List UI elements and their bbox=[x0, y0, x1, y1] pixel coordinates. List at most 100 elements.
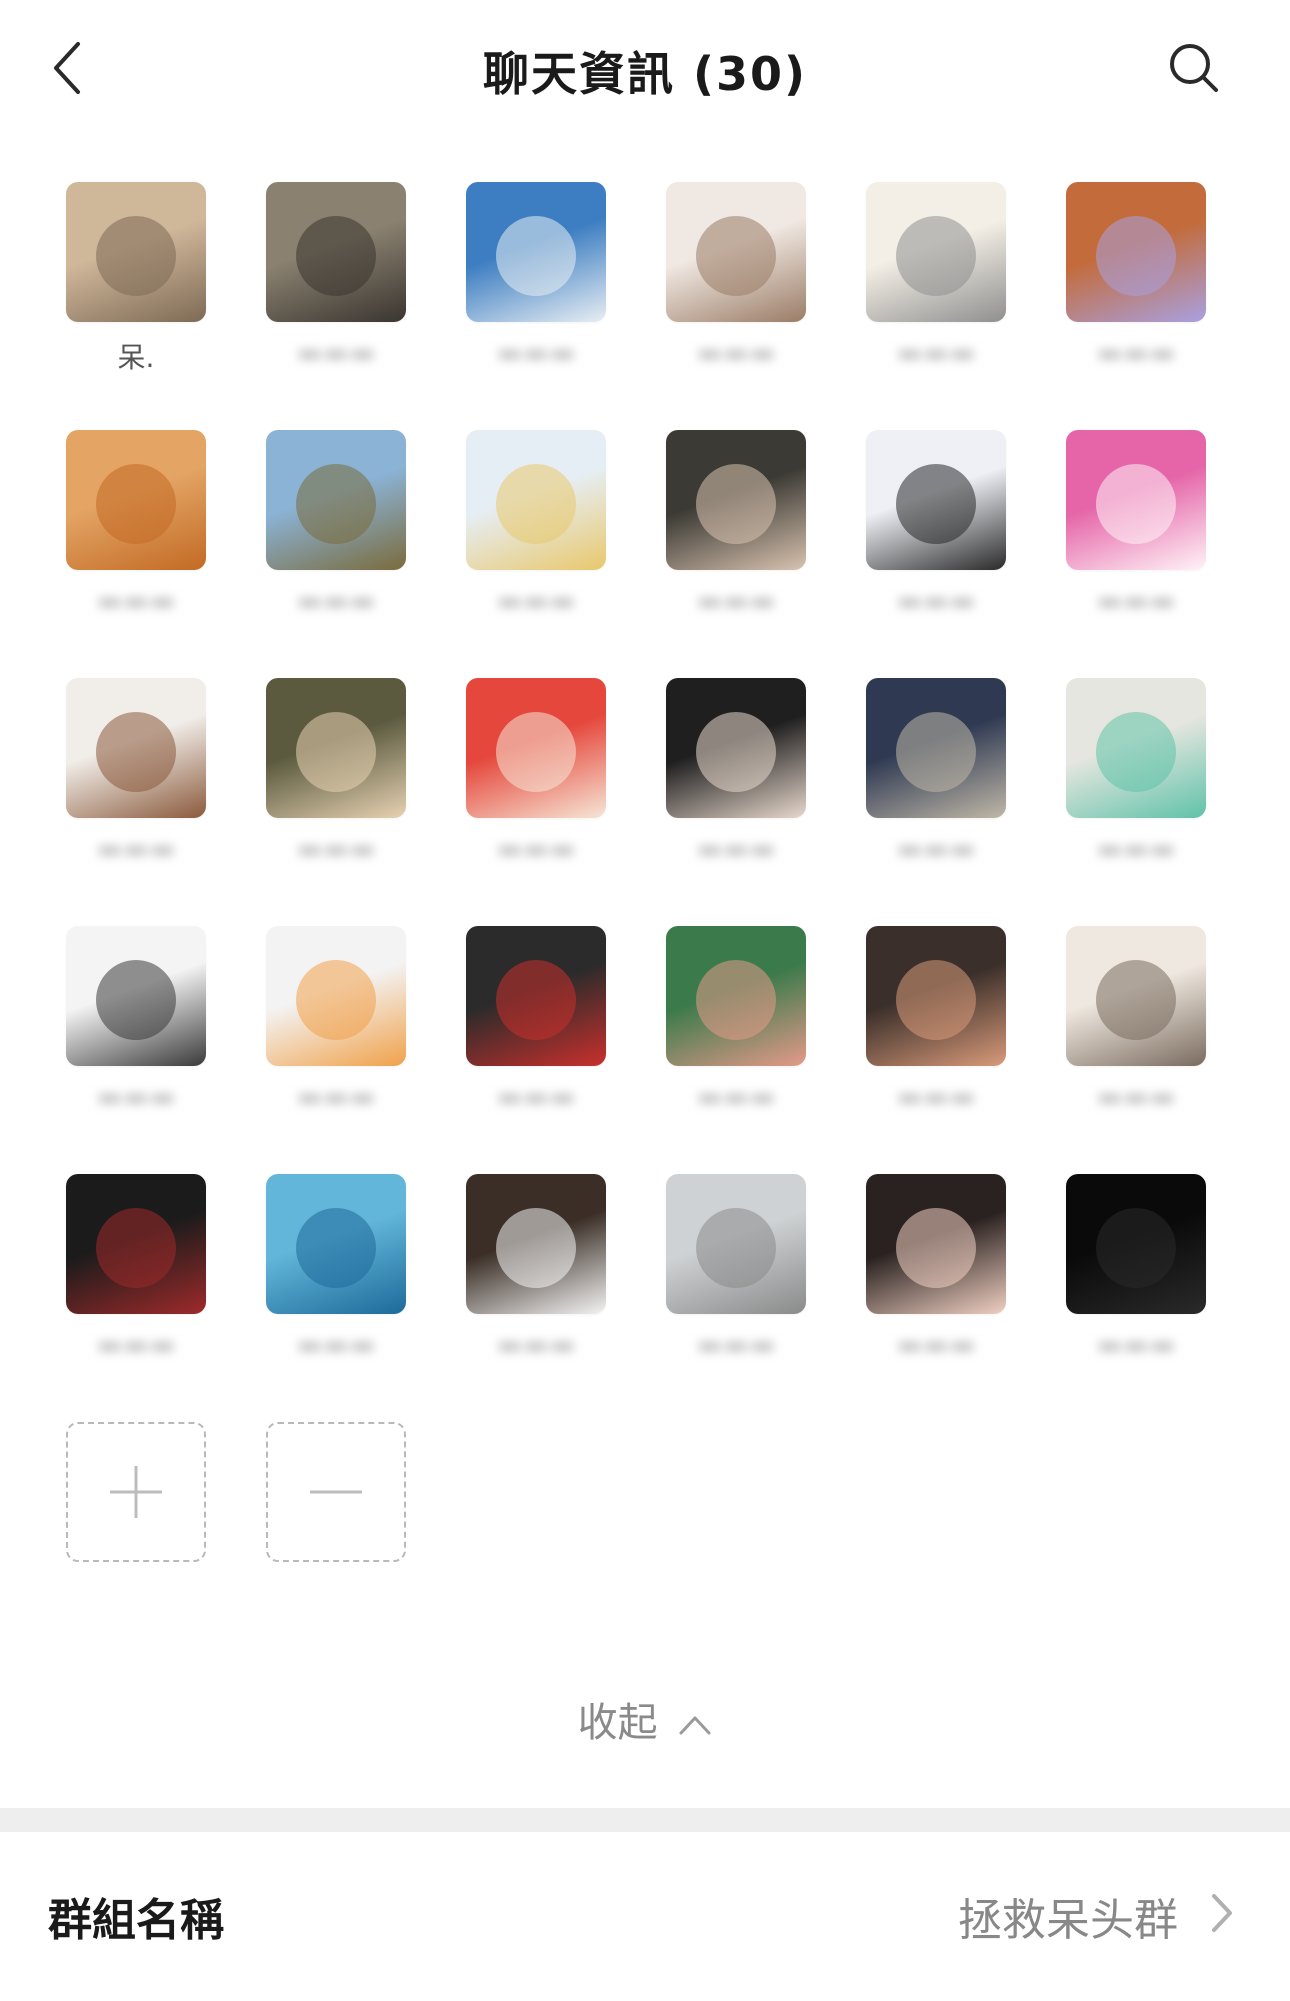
add-member-button[interactable] bbox=[66, 1422, 206, 1562]
member-name: ▬▬▬ bbox=[296, 832, 376, 865]
member-avatar bbox=[1066, 926, 1206, 1066]
member-avatar bbox=[466, 1174, 606, 1314]
member-avatar bbox=[66, 926, 206, 1066]
member-name: ▬▬▬ bbox=[1096, 584, 1176, 617]
member-avatar bbox=[1066, 182, 1206, 322]
member-grid: 呆. ▬▬▬ ▬▬▬ ▬▬▬ ▬▬▬ ▬▬▬ ▬▬▬ ▬▬▬ ▬▬▬ ▬▬▬ ▬▬▬ ▬▬▬ ▬▬▬ ▬▬… bbox=[66, 182, 1226, 1562]
collapse-label: 收起 bbox=[577, 1700, 658, 1746]
member-item[interactable]: ▬▬▬ bbox=[1066, 1174, 1206, 1361]
member-item[interactable]: ▬▬▬ bbox=[266, 430, 406, 617]
member-item[interactable]: ▬▬▬ bbox=[66, 678, 206, 865]
member-item[interactable]: ▬▬▬ bbox=[666, 182, 806, 369]
member-item[interactable]: ▬▬▬ bbox=[666, 430, 806, 617]
member-avatar bbox=[466, 678, 606, 818]
member-name: ▬▬▬ bbox=[1096, 1080, 1176, 1113]
member-avatar bbox=[466, 182, 606, 322]
member-name: ▬▬▬ bbox=[696, 584, 776, 617]
member-name: ▬▬▬ bbox=[696, 832, 776, 865]
member-item[interactable]: ▬▬▬ bbox=[266, 678, 406, 865]
member-item[interactable]: ▬▬▬ bbox=[66, 926, 206, 1113]
member-name: ▬▬▬ bbox=[96, 832, 176, 865]
page-title: 聊天資訊 (30) bbox=[482, 47, 808, 101]
chevron-up-icon bbox=[679, 1716, 711, 1735]
member-avatar bbox=[266, 1174, 406, 1314]
section-divider bbox=[0, 1808, 1290, 1832]
member-name: ▬▬▬ bbox=[1096, 336, 1176, 369]
member-avatar bbox=[666, 1174, 806, 1314]
member-name: 呆. bbox=[117, 341, 155, 374]
member-name: ▬▬▬ bbox=[696, 1080, 776, 1113]
member-name: ▬▬▬ bbox=[96, 1080, 176, 1113]
member-avatar bbox=[66, 678, 206, 818]
member-item[interactable]: ▬▬▬ bbox=[866, 678, 1006, 865]
member-name: ▬▬▬ bbox=[496, 584, 576, 617]
member-name: ▬▬▬ bbox=[296, 1080, 376, 1113]
member-item[interactable]: ▬▬▬ bbox=[1066, 182, 1206, 369]
member-avatar bbox=[1066, 1174, 1206, 1314]
member-name: ▬▬▬ bbox=[496, 336, 576, 369]
member-avatar bbox=[66, 182, 206, 322]
search-button[interactable] bbox=[1166, 40, 1222, 96]
group-name-label: 群組名稱 bbox=[48, 1895, 224, 1946]
member-avatar bbox=[266, 430, 406, 570]
member-name: ▬▬▬ bbox=[896, 584, 976, 617]
member-name: ▬▬▬ bbox=[96, 584, 176, 617]
minus-icon bbox=[310, 1490, 362, 1494]
plus-icon bbox=[110, 1466, 162, 1518]
member-name: ▬▬▬ bbox=[896, 832, 976, 865]
member-name: ▬▬▬ bbox=[1096, 1328, 1176, 1361]
member-item[interactable]: ▬▬▬ bbox=[266, 1174, 406, 1361]
member-item[interactable]: ▬▬▬ bbox=[466, 182, 606, 369]
member-name: ▬▬▬ bbox=[696, 336, 776, 369]
member-name: ▬▬▬ bbox=[696, 1328, 776, 1361]
member-item[interactable]: ▬▬▬ bbox=[1066, 926, 1206, 1113]
chevron-right-icon bbox=[1212, 1894, 1232, 1932]
member-name: ▬▬▬ bbox=[296, 336, 376, 369]
member-name: ▬▬▬ bbox=[896, 1328, 976, 1361]
member-item[interactable]: ▬▬▬ bbox=[866, 926, 1006, 1113]
member-item[interactable]: ▬▬▬ bbox=[866, 1174, 1006, 1361]
member-avatar bbox=[66, 1174, 206, 1314]
member-name: ▬▬▬ bbox=[496, 832, 576, 865]
member-item[interactable]: ▬▬▬ bbox=[866, 430, 1006, 617]
member-item[interactable]: ▬▬▬ bbox=[266, 926, 406, 1113]
member-avatar bbox=[666, 430, 806, 570]
member-name: ▬▬▬ bbox=[296, 1328, 376, 1361]
member-avatar bbox=[666, 926, 806, 1066]
member-item[interactable]: ▬▬▬ bbox=[666, 1174, 806, 1361]
member-name: ▬▬▬ bbox=[296, 584, 376, 617]
member-name: ▬▬▬ bbox=[1096, 832, 1176, 865]
member-item[interactable]: ▬▬▬ bbox=[466, 678, 606, 865]
search-icon bbox=[1170, 44, 1218, 92]
member-item[interactable]: ▬▬▬ bbox=[66, 430, 206, 617]
member-item[interactable]: ▬▬▬ bbox=[666, 926, 806, 1113]
member-item[interactable]: ▬▬▬ bbox=[1066, 678, 1206, 865]
member-avatar bbox=[66, 430, 206, 570]
group-name-row[interactable]: 群組名稱 拯救呆头群 bbox=[0, 1832, 1290, 2001]
member-avatar bbox=[1066, 678, 1206, 818]
member-avatar bbox=[266, 182, 406, 322]
member-avatar bbox=[866, 926, 1006, 1066]
member-item[interactable]: ▬▬▬ bbox=[1066, 430, 1206, 617]
member-avatar bbox=[266, 926, 406, 1066]
member-name: ▬▬▬ bbox=[896, 336, 976, 369]
member-item[interactable]: ▬▬▬ bbox=[666, 678, 806, 865]
member-avatar bbox=[1066, 430, 1206, 570]
member-item[interactable]: ▬▬▬ bbox=[266, 182, 406, 369]
member-avatar bbox=[866, 430, 1006, 570]
member-name: ▬▬▬ bbox=[896, 1080, 976, 1113]
member-item[interactable]: 呆. bbox=[66, 182, 206, 374]
member-item[interactable]: ▬▬▬ bbox=[66, 1174, 206, 1361]
member-name: ▬▬▬ bbox=[496, 1080, 576, 1113]
remove-member-button[interactable] bbox=[266, 1422, 406, 1562]
member-avatar bbox=[666, 678, 806, 818]
member-avatar bbox=[466, 926, 606, 1066]
member-avatar bbox=[866, 678, 1006, 818]
member-item[interactable]: ▬▬▬ bbox=[866, 182, 1006, 369]
group-name-value: 拯救呆头群 bbox=[958, 1895, 1178, 1946]
member-item[interactable]: ▬▬▬ bbox=[466, 430, 606, 617]
member-avatar bbox=[266, 678, 406, 818]
member-item[interactable]: ▬▬▬ bbox=[466, 926, 606, 1113]
collapse-button[interactable]: 收起 bbox=[0, 1690, 1290, 1748]
member-item[interactable]: ▬▬▬ bbox=[466, 1174, 606, 1361]
